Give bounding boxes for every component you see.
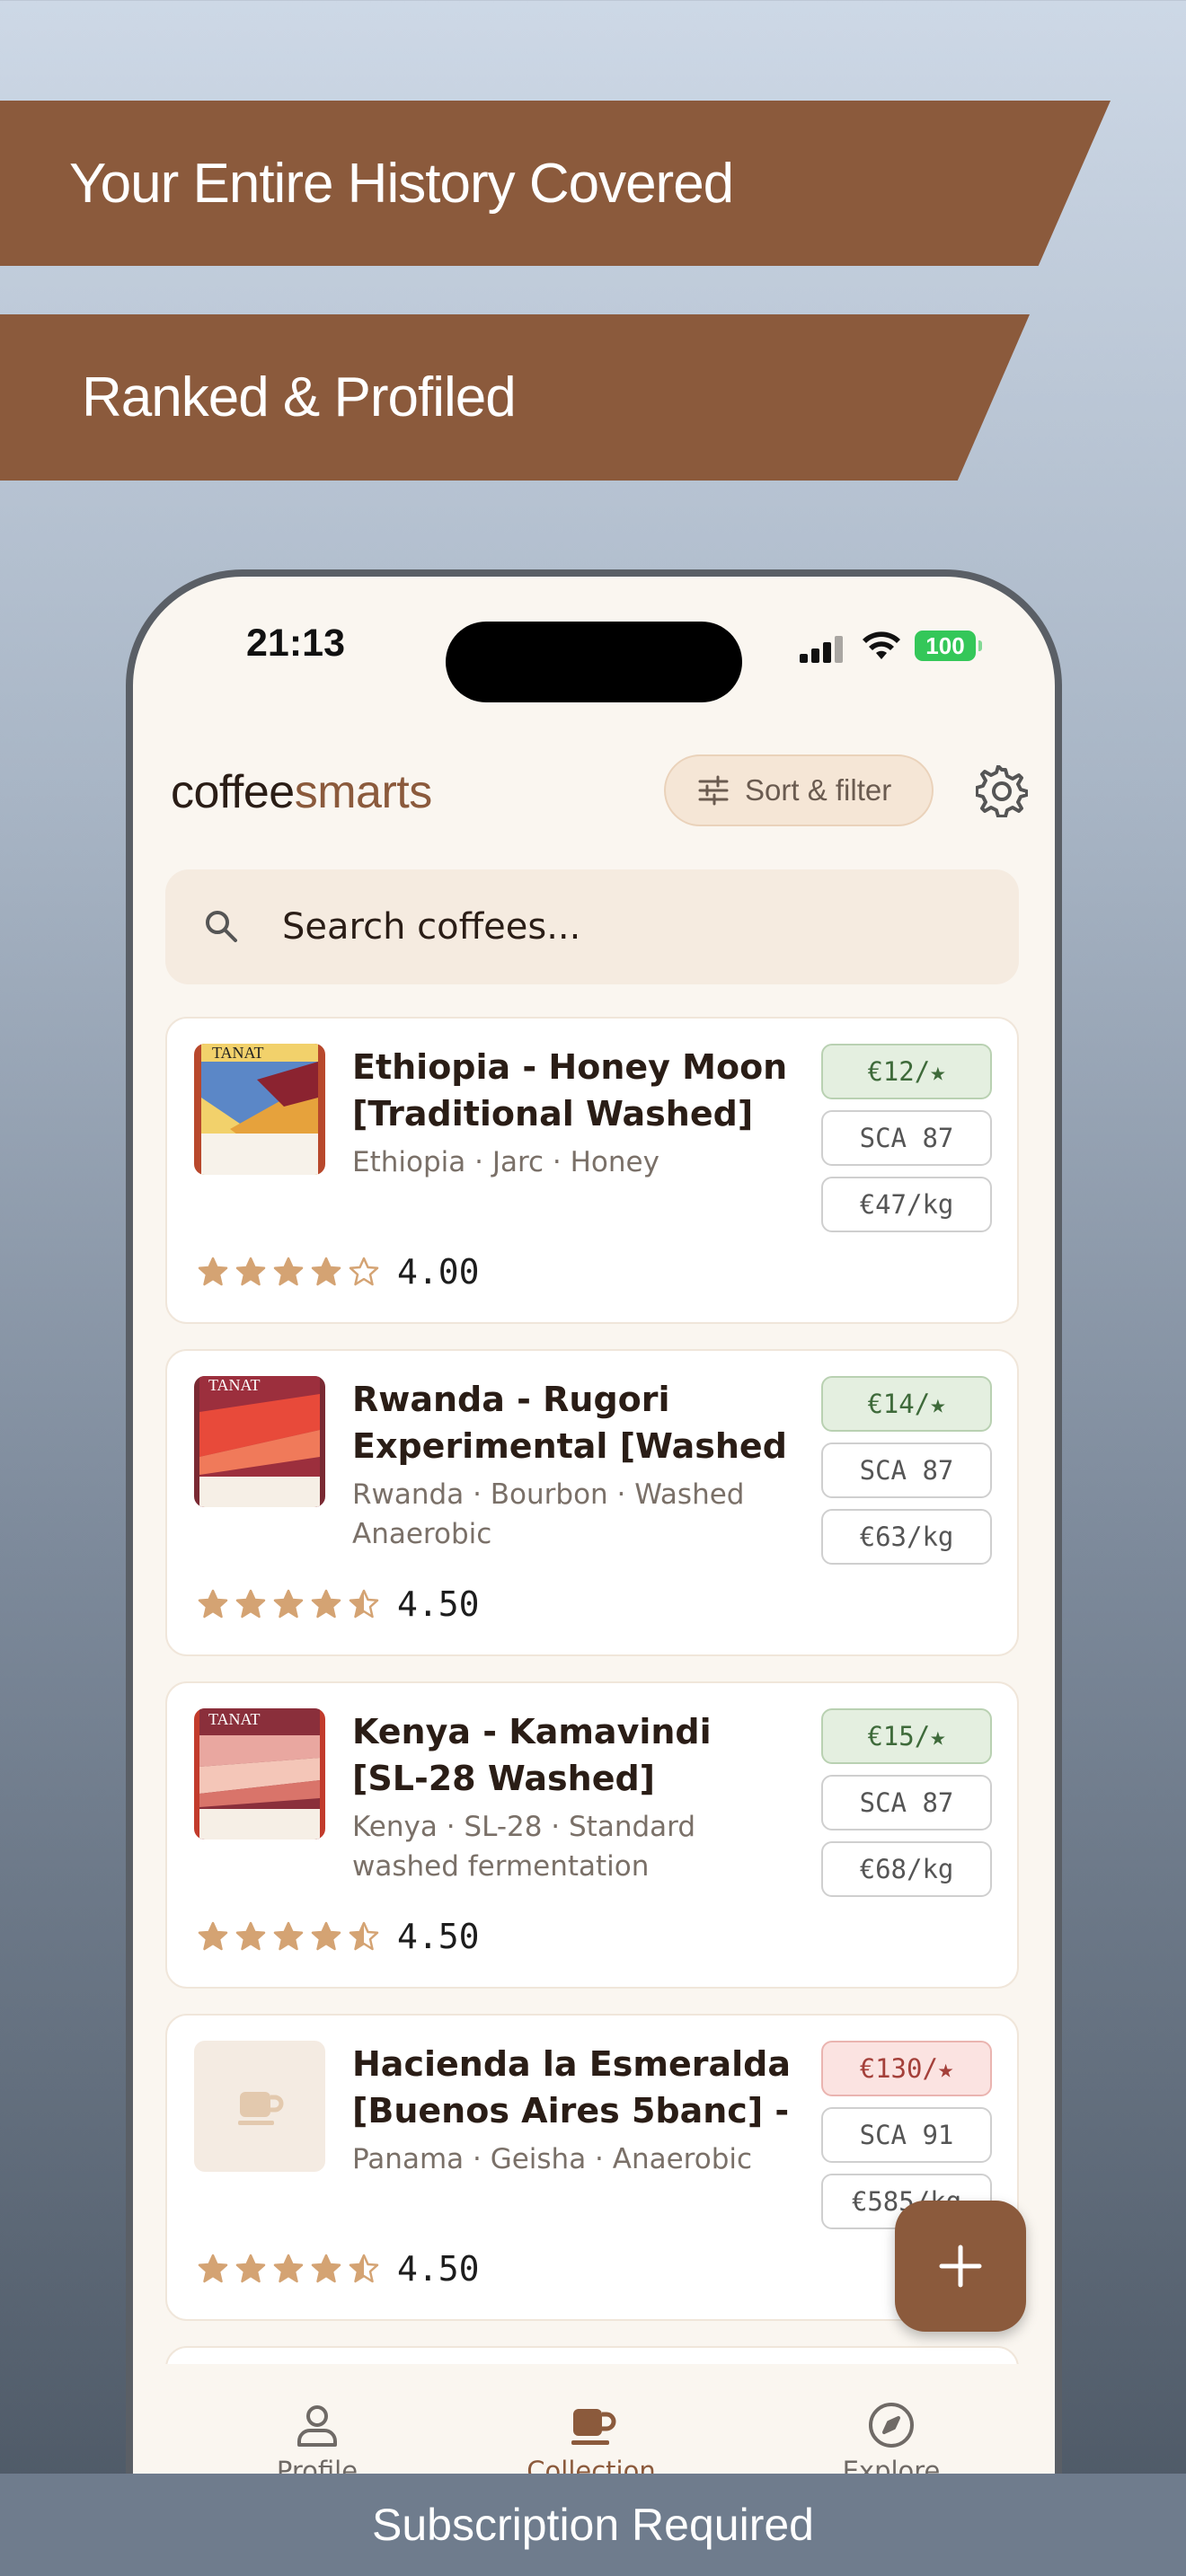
coffee-card[interactable]: TANAT Rwanda - Rugori Experimental [Wash… — [165, 1349, 1019, 1656]
star-filled-icon — [235, 1921, 266, 1951]
price-per-kg-badge: €47/kg — [821, 1177, 992, 1232]
sca-score-badge: SCA 87 — [821, 1110, 992, 1166]
coffee-badges: €15/★ SCA 87 €68/kg — [821, 1708, 992, 1908]
coffee-title: Hacienda la Esmeralda [Buenos Aires 5ban… — [352, 2044, 791, 2130]
subscription-text: Subscription Required — [372, 2500, 814, 2550]
star-filled-icon — [235, 1257, 266, 1286]
price-per-star-badge: €15/★ — [821, 1708, 992, 1764]
price-per-star-badge: €12/★ — [821, 1044, 992, 1099]
subheadline-text: Ranked & Profiled — [82, 366, 517, 428]
subheadline-banner: Ranked & Profiled — [0, 314, 1030, 481]
coffee-bag-image: TANAT — [194, 1708, 325, 1839]
rating-row: 4.50 — [198, 1584, 480, 1624]
sort-filter-button[interactable]: Sort & filter — [664, 754, 934, 826]
star-rating — [198, 1257, 379, 1287]
logo-accent: smarts — [294, 766, 433, 818]
phone-frame: 21:13 100 coffeesmarts Sort & filter Sea… — [126, 569, 1062, 2576]
coffee-cup-placeholder-icon — [238, 2092, 284, 2125]
star-filled-icon — [311, 2254, 341, 2283]
star-empty-icon — [349, 1257, 379, 1286]
rating-value: 4.50 — [397, 2249, 480, 2289]
subscription-footer: Subscription Required — [0, 2474, 1186, 2576]
star-half-icon — [349, 1921, 379, 1951]
coffee-card[interactable]: TANAT Ethiopia - Honey Moon [Traditional… — [165, 1017, 1019, 1324]
coffee-title: Rwanda - Rugori Experimental [Washed A… — [352, 1380, 787, 1466]
star-filled-icon — [198, 1257, 228, 1286]
cellular-signal-icon — [800, 636, 848, 663]
coffee-badges: €14/★ SCA 87 €63/kg — [821, 1376, 992, 1575]
coffee-placeholder-image — [194, 2041, 325, 2172]
coffee-bag-image: TANAT — [194, 1044, 325, 1175]
star-filled-icon — [235, 1589, 266, 1619]
star-half-icon — [349, 1589, 379, 1619]
battery-indicator: 100 — [915, 631, 982, 661]
star-filled-icon — [273, 2254, 304, 2283]
sca-score-badge: SCA 91 — [821, 2107, 992, 2163]
star-filled-icon — [273, 1257, 304, 1286]
logo-dark: coffee — [171, 766, 295, 818]
coffee-badges: €12/★ SCA 87 €47/kg — [821, 1044, 992, 1243]
rating-value: 4.50 — [397, 1584, 480, 1624]
star-rating — [198, 2254, 379, 2284]
coffee-cup-icon — [571, 2409, 616, 2445]
sliders-icon — [698, 775, 729, 806]
star-rating — [198, 1589, 379, 1619]
star-filled-icon — [311, 1257, 341, 1286]
dynamic-island — [446, 622, 742, 702]
person-icon — [297, 2405, 337, 2447]
status-time: 21:13 — [246, 622, 345, 665]
price-per-star-badge: €130/★ — [821, 2041, 992, 2096]
svg-text:TANAT: TANAT — [208, 1710, 261, 1728]
rating-value: 4.00 — [397, 1252, 480, 1292]
svg-text:TANAT: TANAT — [208, 1376, 261, 1394]
star-filled-icon — [198, 2254, 228, 2283]
svg-text:TANAT: TANAT — [212, 1044, 264, 1062]
sort-filter-label: Sort & filter — [745, 773, 892, 807]
price-per-star-badge: €14/★ — [821, 1376, 992, 1432]
coffee-bag-image: TANAT — [194, 1376, 325, 1507]
coffee-meta: Panama · Geisha · Anaerobic — [352, 2143, 753, 2175]
compass-icon — [869, 2403, 914, 2448]
app-logo: coffeesmarts — [171, 765, 432, 819]
rating-row: 4.50 — [198, 2249, 480, 2289]
wifi-icon — [863, 631, 900, 659]
headline-banner: Your Entire History Covered — [0, 101, 1111, 266]
search-bar[interactable] — [165, 869, 1019, 984]
price-per-kg-badge: €63/kg — [821, 1509, 992, 1565]
coffee-title: Kenya - Kamavindi [SL-28 Washed] — [352, 1712, 712, 1798]
star-filled-icon — [235, 2254, 266, 2283]
star-filled-icon — [311, 1921, 341, 1951]
coffee-title: Ethiopia - Honey Moon [Traditional Washe… — [352, 1047, 788, 1134]
search-input[interactable] — [282, 906, 911, 948]
coffee-card[interactable]: Hacienda la Esmeralda [Buenos Aires 5ban… — [165, 2014, 1019, 2321]
coffee-list: TANAT Ethiopia - Honey Moon [Traditional… — [165, 1017, 1019, 2425]
headline-text: Your Entire History Covered — [69, 152, 734, 215]
star-filled-icon — [273, 1921, 304, 1951]
price-per-kg-badge: €68/kg — [821, 1841, 992, 1897]
rating-row: 4.00 — [198, 1252, 480, 1292]
star-rating — [198, 1921, 379, 1952]
sca-score-badge: SCA 87 — [821, 1442, 992, 1498]
star-filled-icon — [198, 1921, 228, 1951]
coffee-card[interactable]: TANAT Kenya - Kamavindi [SL-28 Washed] K… — [165, 1681, 1019, 1989]
rating-value: 4.50 — [397, 1917, 480, 1956]
coffee-meta: Ethiopia · Jarc · Honey — [352, 1146, 659, 1178]
plus-icon — [939, 2245, 982, 2288]
star-filled-icon — [311, 1589, 341, 1619]
sca-score-badge: SCA 87 — [821, 1775, 992, 1831]
star-filled-icon — [198, 1589, 228, 1619]
coffee-meta: Rwanda · Bourbon · Washed Anaerobic — [352, 1478, 745, 1550]
star-filled-icon — [273, 1589, 304, 1619]
status-bar: 21:13 100 — [133, 577, 1055, 711]
gear-icon[interactable] — [976, 765, 1028, 817]
rating-row: 4.50 — [198, 1917, 480, 1956]
star-half-icon — [349, 2254, 379, 2283]
app-header: coffeesmarts Sort & filter — [133, 738, 1055, 846]
search-icon — [206, 911, 237, 942]
add-coffee-button[interactable] — [895, 2201, 1026, 2332]
coffee-meta: Kenya · SL-28 · Standard washed fermenta… — [352, 1811, 696, 1883]
